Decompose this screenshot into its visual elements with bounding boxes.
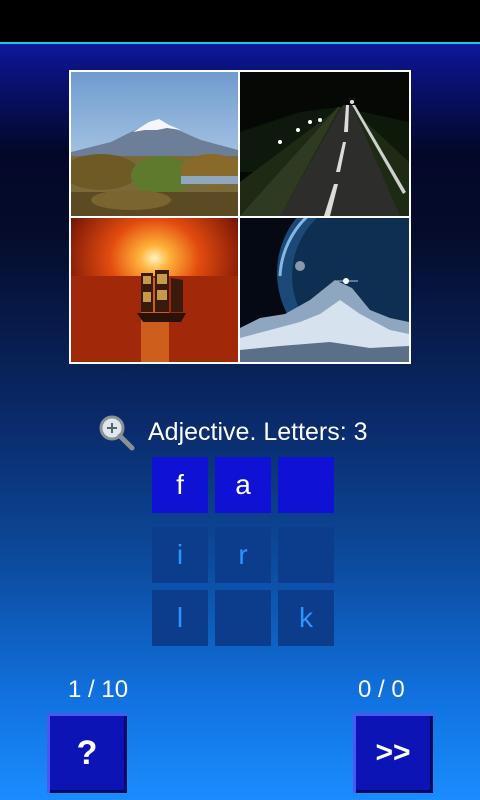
next-button[interactable]: >> [353, 713, 433, 793]
hint-text: Adjective. Letters: 3 [148, 417, 368, 446]
answer-slot-3[interactable] [278, 457, 334, 513]
picture-road [240, 72, 409, 216]
level-progress: 1 / 10 [68, 676, 129, 703]
letter-tile-5[interactable] [215, 590, 271, 646]
hint-row: Adjective. Letters: 3 [96, 410, 368, 454]
picture-planet [240, 218, 409, 362]
answer-slot-1[interactable]: f [152, 457, 208, 513]
letter-tile-3[interactable] [278, 527, 334, 583]
letter-tile-2[interactable]: r [215, 527, 271, 583]
letter-tile-4[interactable]: l [152, 590, 208, 646]
answer-slot-2[interactable]: a [215, 457, 271, 513]
picture-grid [69, 70, 411, 364]
picture-mountain [71, 72, 238, 216]
help-button[interactable]: ? [47, 713, 127, 793]
score-counter: 0 / 0 [358, 676, 405, 703]
header-divider [0, 42, 480, 44]
letter-tile-1[interactable]: i [152, 527, 208, 583]
magnifier-zoom-icon[interactable] [96, 412, 136, 452]
status-bar [0, 0, 480, 42]
picture-ship [71, 218, 238, 362]
letter-tile-6[interactable]: k [278, 590, 334, 646]
